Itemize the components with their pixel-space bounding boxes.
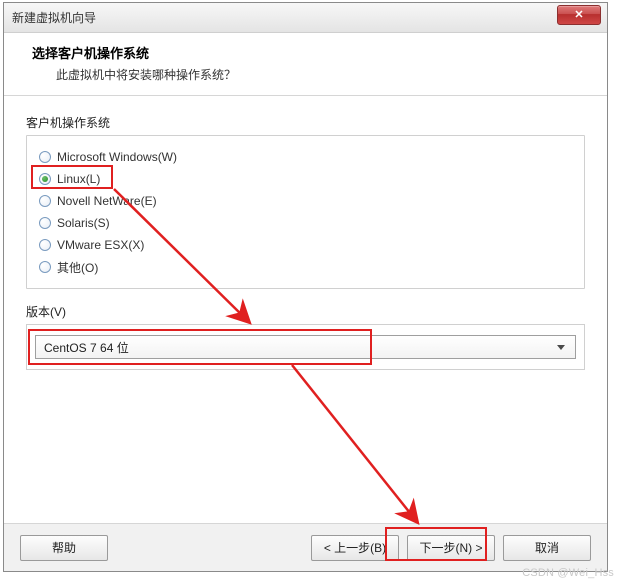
radio-label: Linux(L)	[57, 172, 100, 186]
os-option-linux[interactable]: Linux(L)	[39, 168, 572, 190]
version-group: CentOS 7 64 位	[26, 324, 585, 370]
radio-icon	[39, 195, 51, 207]
close-button[interactable]: ✕	[557, 5, 601, 25]
os-option-other[interactable]: 其他(O)	[39, 256, 572, 278]
wizard-content: 客户机操作系统 Microsoft Windows(W) Linux(L) No…	[4, 96, 607, 526]
os-option-windows[interactable]: Microsoft Windows(W)	[39, 146, 572, 168]
os-option-solaris[interactable]: Solaris(S)	[39, 212, 572, 234]
os-radio-group: Microsoft Windows(W) Linux(L) Novell Net…	[26, 135, 585, 289]
version-combobox[interactable]: CentOS 7 64 位	[35, 335, 576, 359]
page-title: 选择客户机操作系统	[32, 43, 587, 62]
os-option-netware[interactable]: Novell NetWare(E)	[39, 190, 572, 212]
radio-label: Microsoft Windows(W)	[57, 150, 177, 164]
os-option-esx[interactable]: VMware ESX(X)	[39, 234, 572, 256]
radio-icon	[39, 217, 51, 229]
version-selected-text: CentOS 7 64 位	[44, 339, 557, 356]
radio-icon	[39, 151, 51, 163]
next-button[interactable]: 下一步(N) >	[407, 535, 495, 561]
radio-label: 其他(O)	[57, 259, 98, 276]
chevron-down-icon	[557, 345, 565, 350]
radio-icon	[39, 239, 51, 251]
window-title: 新建虚拟机向导	[12, 9, 96, 26]
os-group-label: 客户机操作系统	[26, 114, 585, 131]
cancel-button[interactable]: 取消	[503, 535, 591, 561]
radio-label: Novell NetWare(E)	[57, 194, 157, 208]
watermark: CSDN @Wei_Hss	[522, 567, 614, 579]
radio-icon	[39, 261, 51, 273]
wizard-header: 选择客户机操作系统 此虚拟机中将安装哪种操作系统？	[4, 33, 607, 96]
wizard-button-bar: 帮助 < 上一步(B) 下一步(N) > 取消	[4, 523, 607, 571]
close-icon: ✕	[574, 9, 583, 21]
radio-label: Solaris(S)	[57, 216, 110, 230]
wizard-window: 新建虚拟机向导 ✕ 选择客户机操作系统 此虚拟机中将安装哪种操作系统？ 客户机操…	[3, 2, 608, 572]
help-button[interactable]: 帮助	[20, 535, 108, 561]
back-button[interactable]: < 上一步(B)	[311, 535, 399, 561]
page-subtitle: 此虚拟机中将安装哪种操作系统？	[32, 66, 587, 83]
titlebar: 新建虚拟机向导 ✕	[4, 3, 607, 33]
radio-label: VMware ESX(X)	[57, 238, 144, 252]
version-label: 版本(V)	[26, 303, 585, 320]
radio-icon	[39, 173, 51, 185]
